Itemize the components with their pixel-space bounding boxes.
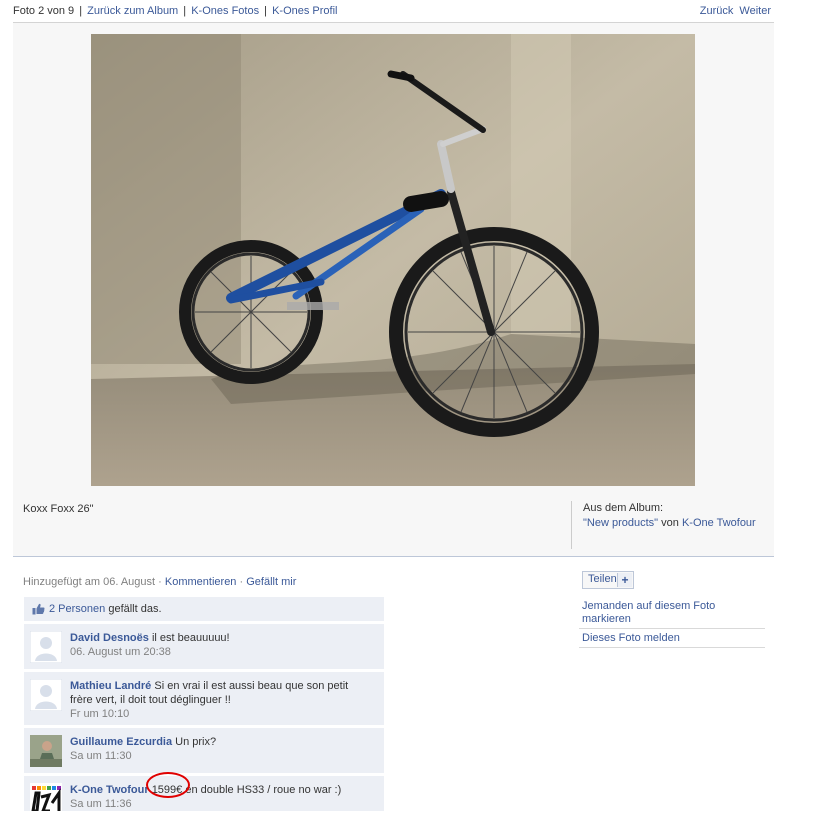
plus-icon: + bbox=[617, 573, 632, 587]
share-button[interactable]: Teilen + bbox=[582, 571, 634, 589]
photo-image[interactable] bbox=[91, 34, 695, 486]
tag-person-link[interactable]: Jemanden auf diesem Foto markieren bbox=[579, 600, 765, 629]
album-line: "New products" von K-One Twofour bbox=[583, 516, 763, 531]
photo-position: Foto 2 von 9 bbox=[13, 5, 75, 17]
avatar[interactable] bbox=[30, 783, 62, 812]
comment-author[interactable]: David Desnoës bbox=[70, 632, 149, 644]
bike-photo-illustration bbox=[91, 34, 695, 486]
comment-item: K-One Twofour 1599€ en double HS33 / rou… bbox=[24, 776, 384, 812]
avatar[interactable] bbox=[30, 631, 62, 663]
comment-text: Un prix? bbox=[175, 736, 217, 748]
previous-photo-link[interactable]: Zurück bbox=[700, 5, 734, 17]
comment-time: Fr um 10:10 bbox=[70, 708, 130, 720]
owner-photos-link[interactable]: K-Ones Fotos bbox=[191, 5, 259, 17]
nav-left: Foto 2 von 9 | Zurück zum Album | K-Ones… bbox=[13, 5, 338, 17]
owner-profile-link[interactable]: K-Ones Profil bbox=[272, 5, 337, 17]
album-name-link[interactable]: "New products" bbox=[583, 517, 658, 529]
comment-author[interactable]: Mathieu Landré bbox=[70, 680, 151, 692]
comment-author[interactable]: K-One Twofour bbox=[70, 784, 149, 796]
comment-time: Sa um 11:30 bbox=[70, 750, 132, 762]
nav-right: Zurück Weiter bbox=[694, 5, 771, 17]
report-photo-link[interactable]: Dieses Foto melden bbox=[579, 629, 765, 648]
photo-actions: Jemanden auf diesem Foto markieren Diese… bbox=[579, 600, 765, 648]
back-to-album-link[interactable]: Zurück zum Album bbox=[87, 5, 178, 17]
likes-suffix: gefällt das. bbox=[108, 603, 162, 615]
like-link[interactable]: Gefällt mir bbox=[246, 576, 296, 588]
price-highlight-circle bbox=[146, 772, 190, 798]
avatar[interactable] bbox=[30, 735, 62, 767]
album-by: von bbox=[661, 517, 679, 529]
album-info: Aus dem Album: "New products" von K-One … bbox=[571, 501, 763, 549]
comment-time: Sa um 11:36 bbox=[70, 798, 132, 810]
photo-panel: Koxx Foxx 26" Aus dem Album: "New produc… bbox=[13, 22, 774, 557]
next-photo-link[interactable]: Weiter bbox=[739, 5, 771, 17]
album-label: Aus dem Album: bbox=[583, 502, 664, 514]
likes-summary: 2 Personen gefällt das. bbox=[24, 597, 384, 622]
photo-navigation: Foto 2 von 9 | Zurück zum Album | K-Ones… bbox=[13, 5, 771, 21]
avatar[interactable] bbox=[30, 679, 62, 711]
photo-meta: Hinzugefügt am 06. August · Kommentieren… bbox=[23, 576, 297, 588]
share-label: Teilen bbox=[588, 573, 617, 585]
thumbs-up-icon bbox=[32, 603, 45, 615]
comment-item: Guillaume Ezcurdia Un prix? Sa um 11:30 bbox=[24, 728, 384, 774]
added-date: Hinzugefügt am 06. August bbox=[23, 576, 156, 588]
album-owner-link[interactable]: K-One Twofour bbox=[682, 517, 756, 529]
comment-time: 06. August um 20:38 bbox=[70, 646, 171, 658]
comment-author[interactable]: Guillaume Ezcurdia bbox=[70, 736, 172, 748]
comment-item: Mathieu Landré Si en vrai il est aussi b… bbox=[24, 672, 384, 726]
comment-text: il est beauuuuu! bbox=[151, 632, 230, 644]
photo-caption: Koxx Foxx 26" bbox=[23, 503, 94, 515]
likers-link[interactable]: 2 Personen bbox=[49, 603, 105, 615]
comment-link[interactable]: Kommentieren bbox=[165, 576, 237, 588]
comment-item: David Desnoës il est beauuuuu! 06. Augus… bbox=[24, 624, 384, 670]
comments-section: 2 Personen gefällt das. David Desnoës il… bbox=[24, 597, 384, 812]
